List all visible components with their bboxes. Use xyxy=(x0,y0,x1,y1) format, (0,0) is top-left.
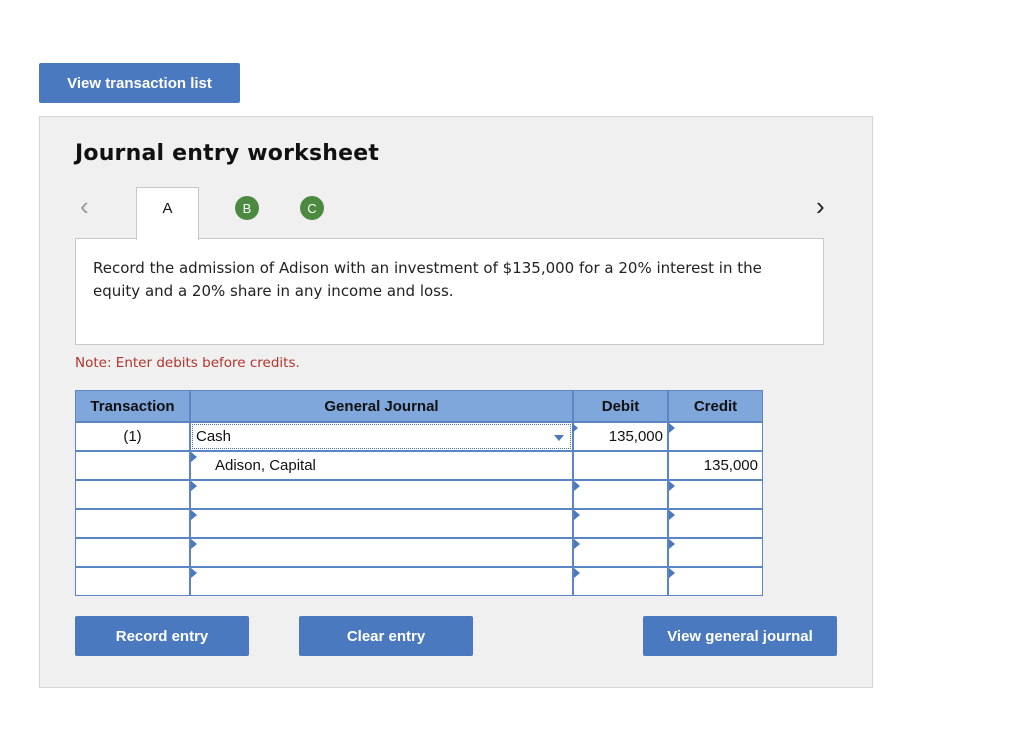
credit-input[interactable] xyxy=(668,480,763,509)
cell-marker-icon xyxy=(574,539,580,549)
transaction-cell: (1) xyxy=(75,422,190,451)
cell-marker-icon xyxy=(574,510,580,520)
account-value: Adison, Capital xyxy=(215,457,316,474)
header-general-journal: General Journal xyxy=(190,390,573,422)
debit-input[interactable] xyxy=(573,480,668,509)
clear-entry-button[interactable]: Clear entry xyxy=(299,616,473,656)
transaction-cell xyxy=(75,451,190,480)
transaction-cell xyxy=(75,567,190,596)
journal-row xyxy=(75,480,763,509)
tab-c[interactable]: C xyxy=(300,196,324,220)
tab-a[interactable]: A xyxy=(136,187,199,240)
journal-row xyxy=(75,509,763,538)
cell-marker-icon xyxy=(574,568,580,578)
journal-row xyxy=(75,567,763,596)
credit-input[interactable] xyxy=(668,538,763,567)
debit-input[interactable]: 135,000 xyxy=(573,422,668,451)
header-transaction: Transaction xyxy=(75,390,190,422)
cell-marker-icon xyxy=(669,423,675,433)
header-credit: Credit xyxy=(668,390,763,422)
chevron-right-icon[interactable]: › xyxy=(816,193,825,219)
cell-marker-icon xyxy=(574,481,580,491)
cell-marker-icon xyxy=(669,510,675,520)
cell-marker-icon xyxy=(669,481,675,491)
account-select[interactable] xyxy=(190,538,573,567)
account-select[interactable]: Adison, Capital xyxy=(190,451,573,480)
journal-row: (1) Cash 135,000 xyxy=(75,422,763,451)
dropdown-arrow-icon[interactable] xyxy=(554,435,564,441)
cell-marker-icon xyxy=(191,452,197,462)
description-box: Record the admission of Adison with an i… xyxy=(75,238,824,345)
tab-b-label: B xyxy=(242,200,252,216)
transaction-cell xyxy=(75,480,190,509)
account-select[interactable]: Cash xyxy=(190,422,578,451)
debit-input[interactable] xyxy=(573,509,668,538)
note-text: Note: Enter debits before credits. xyxy=(75,355,300,371)
header-debit: Debit xyxy=(573,390,668,422)
cell-marker-icon xyxy=(191,481,197,491)
tab-b[interactable]: B xyxy=(235,196,259,220)
chevron-left-icon[interactable]: ‹ xyxy=(80,193,89,219)
debit-input[interactable] xyxy=(573,451,668,480)
cell-marker-icon xyxy=(572,423,578,433)
account-value: Cash xyxy=(196,428,232,445)
description-text: Record the admission of Adison with an i… xyxy=(93,259,762,300)
journal-row xyxy=(75,538,763,567)
credit-input[interactable]: 135,000 xyxy=(668,451,763,480)
debit-input[interactable] xyxy=(573,538,668,567)
account-select[interactable] xyxy=(190,480,573,509)
view-transaction-list-button[interactable]: View transaction list xyxy=(39,63,240,103)
account-select[interactable] xyxy=(190,509,573,538)
cell-marker-icon xyxy=(191,568,197,578)
debit-input[interactable] xyxy=(573,567,668,596)
credit-input[interactable] xyxy=(668,567,763,596)
cell-marker-icon xyxy=(669,539,675,549)
journal-row: Adison, Capital 135,000 xyxy=(75,451,763,480)
transaction-cell xyxy=(75,509,190,538)
credit-input[interactable] xyxy=(668,422,763,451)
journal-header-row: Transaction General Journal Debit Credit xyxy=(75,390,763,422)
record-entry-button[interactable]: Record entry xyxy=(75,616,249,656)
worksheet-title: Journal entry worksheet xyxy=(75,141,380,166)
tab-a-label: A xyxy=(162,200,173,217)
account-select[interactable] xyxy=(190,567,573,596)
credit-input[interactable] xyxy=(668,509,763,538)
transaction-cell xyxy=(75,538,190,567)
cell-marker-icon xyxy=(191,539,197,549)
journal-table: Transaction General Journal Debit Credit… xyxy=(75,390,763,596)
cell-marker-icon xyxy=(669,568,675,578)
view-general-journal-button[interactable]: View general journal xyxy=(643,616,837,656)
tab-c-label: C xyxy=(307,200,317,216)
cell-marker-icon xyxy=(191,510,197,520)
